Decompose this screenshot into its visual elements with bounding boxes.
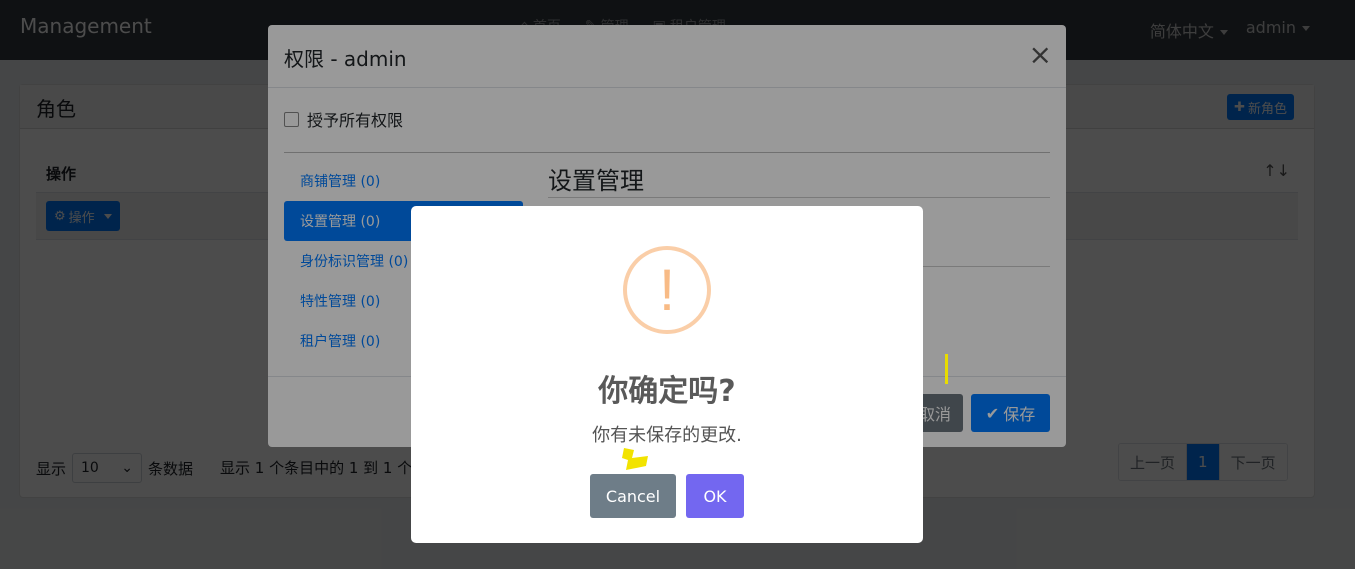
dialog-cancel-button[interactable]: Cancel <box>590 474 676 518</box>
cursor-marker-icon <box>622 448 648 470</box>
dialog-ok-button[interactable]: OK <box>686 474 744 518</box>
warning-icon: ! <box>623 246 711 334</box>
confirm-dialog: ! 你确定吗? 你有未保存的更改. Cancel OK <box>411 206 923 543</box>
dialog-title: 你确定吗? <box>598 374 736 409</box>
highlight-marker <box>945 354 948 384</box>
dialog-message: 你有未保存的更改. <box>592 425 742 446</box>
